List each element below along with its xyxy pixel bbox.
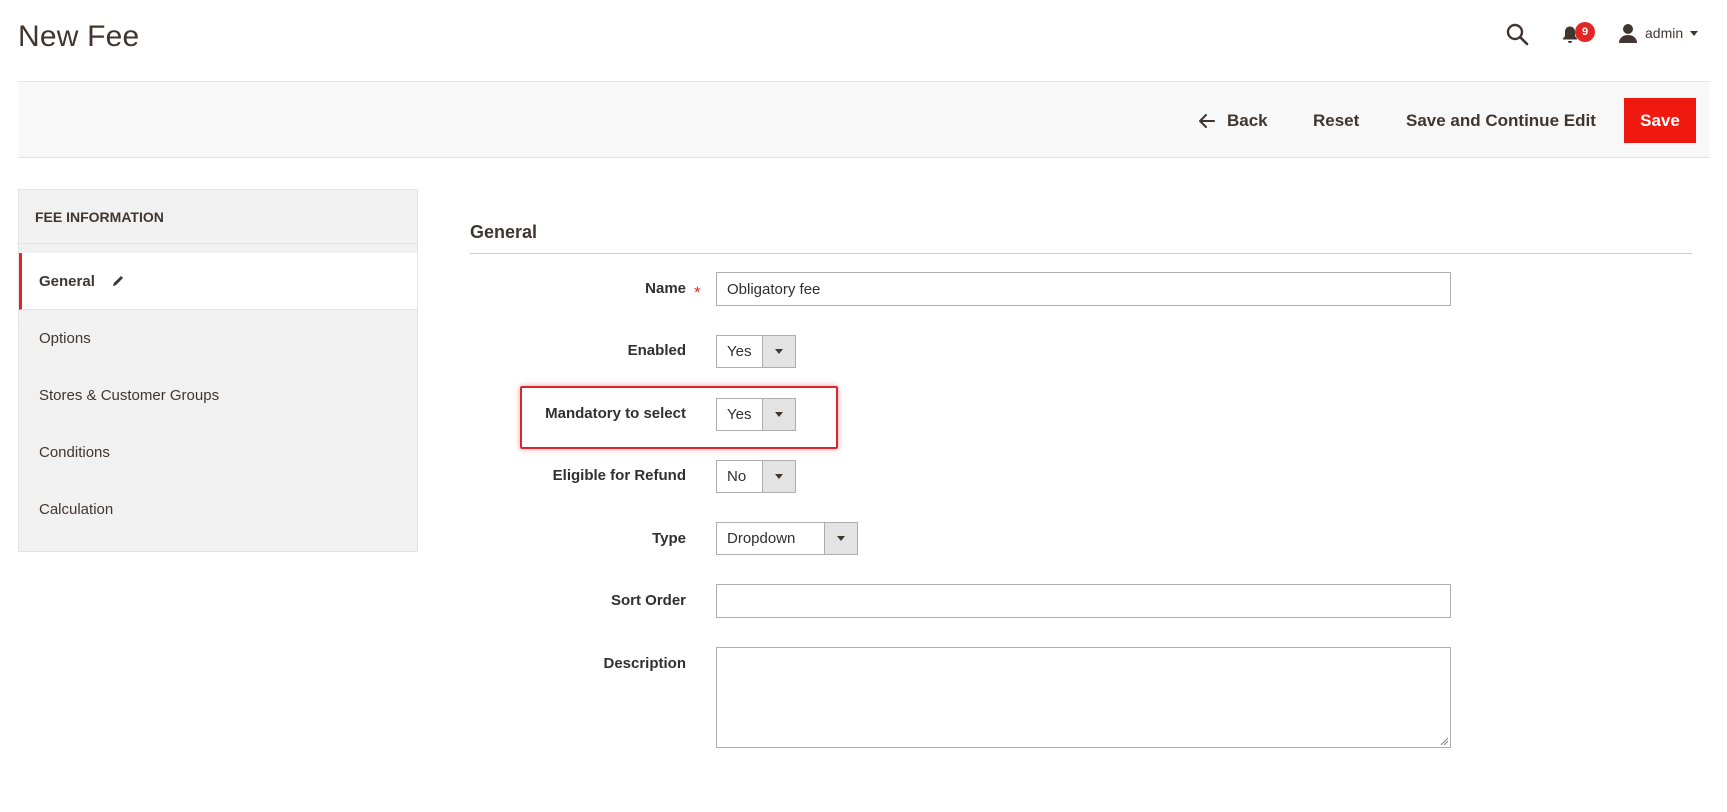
sidebar-item-label: General <box>39 272 95 290</box>
chevron-down-icon <box>775 349 783 354</box>
annotation-highlight <box>520 386 838 449</box>
pencil-icon <box>112 276 123 286</box>
sidebar-item-label: Options <box>39 330 91 347</box>
name-label: Name <box>645 280 686 297</box>
sidebar-item-label: Calculation <box>39 501 114 518</box>
sidebar-item-conditions[interactable]: Conditions <box>19 424 417 481</box>
type-select-value: Dropdown <box>727 530 796 547</box>
enabled-select-value: Yes <box>727 343 752 360</box>
required-asterisk: * <box>694 283 701 302</box>
reset-button[interactable]: Reset <box>1313 98 1359 143</box>
sidebar-item-label: Stores & Customer Groups <box>39 387 220 404</box>
description-label: Description <box>603 655 686 672</box>
chevron-down-icon <box>1690 30 1699 36</box>
back-label: Back <box>1227 110 1268 130</box>
description-textarea[interactable] <box>716 647 1451 748</box>
name-input[interactable]: Obligatory fee <box>716 272 1451 306</box>
back-button[interactable]: Back <box>1199 98 1268 143</box>
sidebar-heading: FEE INFORMATION <box>19 190 417 244</box>
enabled-select[interactable]: Yes <box>716 335 796 368</box>
page-actions-toolbar: Back Reset Save and Continue Edit Save <box>18 81 1710 158</box>
section-title-general: General <box>470 222 538 242</box>
sidebar-item-stores-customer-groups[interactable]: Stores & Customer Groups <box>19 367 417 424</box>
refund-select[interactable]: No <box>716 460 796 493</box>
sidebar-item-label: Conditions <box>39 444 110 461</box>
fee-information-sidebar: FEE INFORMATION General Options Stores &… <box>18 189 418 552</box>
refund-label: Eligible for Refund <box>552 467 686 484</box>
dropdown-toggle[interactable] <box>762 336 795 367</box>
user-name: admin <box>1645 25 1684 41</box>
sidebar-item-general[interactable]: General <box>19 253 417 310</box>
notifications-button[interactable]: 9 <box>1561 22 1595 48</box>
section-divider <box>470 253 1692 254</box>
sort-order-input[interactable] <box>716 584 1451 618</box>
sidebar-item-options[interactable]: Options <box>19 310 417 367</box>
user-icon <box>1619 24 1637 43</box>
dropdown-toggle[interactable] <box>824 523 857 554</box>
enabled-label: Enabled <box>627 342 686 359</box>
chevron-down-icon <box>775 474 783 479</box>
sidebar-item-calculation[interactable]: Calculation <box>19 481 417 538</box>
type-select[interactable]: Dropdown <box>716 522 858 555</box>
refund-select-value: No <box>727 468 747 485</box>
save-button[interactable]: Save <box>1624 98 1696 143</box>
type-label: Type <box>652 530 686 547</box>
arrow-left-icon <box>1199 113 1215 128</box>
dropdown-toggle[interactable] <box>762 461 795 492</box>
save-and-continue-button[interactable]: Save and Continue Edit <box>1406 98 1596 143</box>
resize-grip-icon[interactable] <box>1440 737 1448 745</box>
page-title: New Fee <box>18 20 140 53</box>
search-icon[interactable] <box>1505 22 1529 46</box>
chevron-down-icon <box>837 536 845 541</box>
sort-order-label: Sort Order <box>610 592 686 609</box>
user-menu[interactable]: admin <box>1617 22 1699 44</box>
notification-count-badge: 9 <box>1575 22 1595 42</box>
